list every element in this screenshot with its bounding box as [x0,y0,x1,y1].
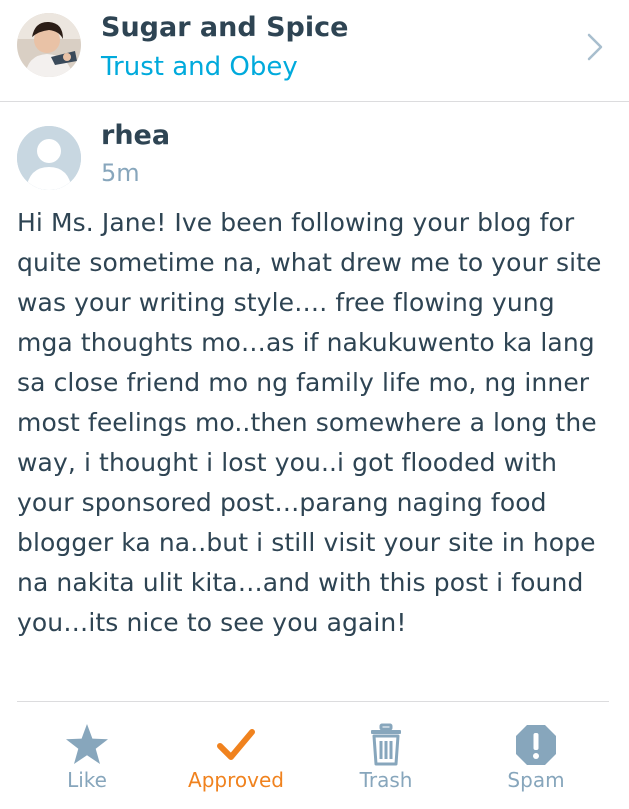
actions-divider [17,701,609,702]
default-person-icon [17,126,81,190]
star-icon [66,724,108,764]
site-avatar [17,13,81,77]
trash-button[interactable]: Trash [316,722,456,792]
comment-body: Hi Ms. Jane! Ive been following your blo… [17,208,602,637]
comment-timestamp: 5m [101,159,140,187]
chevron-right-icon[interactable] [584,32,606,62]
author-avatar [17,126,81,190]
like-label: Like [67,768,107,792]
site-name: Sugar and Spice [101,12,349,43]
like-button[interactable]: Like [17,722,157,792]
post-header[interactable]: Sugar and Spice Trust and Obey [0,0,629,102]
site-avatar-photo [17,13,81,77]
checkmark-icon [217,729,255,760]
post-title-link[interactable]: Trust and Obey [101,52,298,82]
spam-button[interactable]: Spam [466,722,606,792]
exclamation-icon [516,725,556,765]
trash-icon [371,723,401,766]
trash-label: Trash [359,768,413,792]
approve-button[interactable]: Approved [166,722,306,792]
spam-label: Spam [507,768,565,792]
approved-label: Approved [188,768,284,792]
comment-author[interactable]: rhea [101,120,170,151]
